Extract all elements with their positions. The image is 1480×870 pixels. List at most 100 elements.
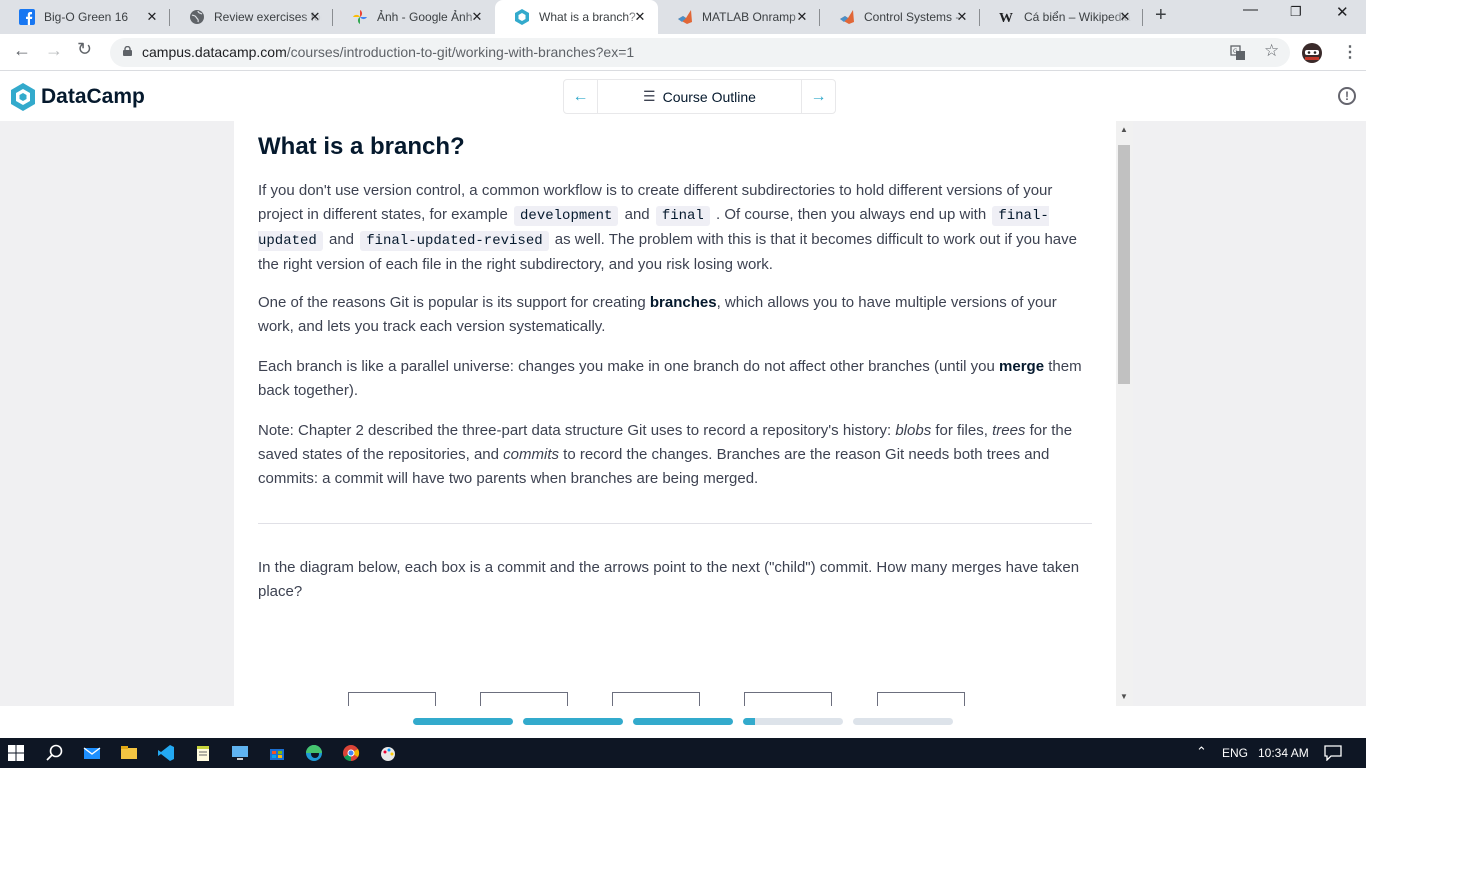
text: for files, xyxy=(935,422,988,439)
bold-branches: branches xyxy=(649,294,717,311)
italic-trees: trees xyxy=(992,422,1026,439)
mail-icon[interactable] xyxy=(82,743,102,763)
browser-tab[interactable]: Big-O Green 16 ✕ xyxy=(0,0,170,34)
question-text: In the diagram below, each box is a comm… xyxy=(258,559,1080,600)
scrollbar-thumb[interactable] xyxy=(1118,145,1130,384)
course-outline-label: Course Outline xyxy=(662,88,756,105)
wikipedia-icon: W xyxy=(999,9,1015,25)
notification-icon[interactable] xyxy=(1324,745,1342,761)
profile-avatar-icon[interactable] xyxy=(1301,42,1323,64)
windows-start-icon[interactable] xyxy=(8,745,24,761)
code-final: final xyxy=(655,206,710,226)
tab-close-icon[interactable]: ✕ xyxy=(954,9,970,25)
google-photos-icon xyxy=(352,9,368,25)
forward-icon[interactable]: → xyxy=(45,40,63,61)
progress-segment xyxy=(523,718,623,725)
tray-expand-icon[interactable]: ⌃ xyxy=(1196,744,1207,760)
tab-close-icon[interactable]: ✕ xyxy=(307,9,323,25)
back-icon[interactable]: ← xyxy=(13,40,31,61)
commit-box xyxy=(612,692,700,706)
search-icon[interactable] xyxy=(45,743,65,763)
code-final-updated-revised: final-updated-revised xyxy=(360,231,549,251)
edge-icon[interactable] xyxy=(304,743,324,763)
text: and xyxy=(328,231,355,248)
section-divider xyxy=(258,523,1092,524)
tab-close-icon[interactable]: ✕ xyxy=(1117,9,1133,25)
italic-blobs: blobs xyxy=(895,422,932,439)
menu-icon: ☰ xyxy=(643,88,656,104)
commit-box xyxy=(877,692,965,706)
matlab-icon xyxy=(839,9,855,25)
url-path: /courses/introduction-to-git/working-wit… xyxy=(286,44,635,60)
vscode-icon[interactable] xyxy=(156,743,176,763)
paragraph-3: Each branch is like a parallel universe:… xyxy=(258,355,1096,403)
commit-box xyxy=(744,692,832,706)
scroll-up-icon[interactable]: ▲ xyxy=(1120,125,1128,134)
tab-title: Big-O Green 16 xyxy=(44,10,129,24)
browser-tab[interactable]: MATLAB Onramp ✕ xyxy=(658,0,820,34)
bold-merge: merge xyxy=(999,358,1045,375)
content-scrollbar[interactable]: ▲ ▼ xyxy=(1116,121,1133,706)
translate-icon[interactable]: G xyxy=(1230,45,1246,61)
facebook-icon xyxy=(19,9,35,25)
next-exercise-button[interactable]: → xyxy=(802,80,835,113)
globe-icon xyxy=(189,9,205,25)
file-explorer-icon[interactable] xyxy=(119,743,139,763)
paragraph-1: If you don't use version control, a comm… xyxy=(258,179,1096,277)
tab-close-icon[interactable]: ✕ xyxy=(794,9,810,25)
screen: Big-O Green 16 ✕ Review exercises for ✕ Ảnh … xyxy=(0,0,1366,768)
restore-button[interactable]: ❐ xyxy=(1290,4,1302,20)
paragraph-4: Note: Chapter 2 described the three-part… xyxy=(258,419,1096,491)
exercise-panel: What is a branch? If you don't use versi… xyxy=(234,121,1116,706)
store-icon[interactable] xyxy=(267,743,287,763)
tab-title: Cá biển – Wikipedia xyxy=(1024,10,1131,24)
reload-icon[interactable]: ↻ xyxy=(77,39,92,60)
browser-tab[interactable]: Control Systems - ✕ xyxy=(820,0,980,34)
chrome-icon[interactable] xyxy=(341,743,361,763)
commit-box xyxy=(348,692,436,706)
browser-tab[interactable]: What is a branch? ✕ xyxy=(495,0,658,34)
progress-segment xyxy=(413,718,513,725)
browser-toolbar: ← → ↻ campus.datacamp.com/courses/introd… xyxy=(0,34,1366,71)
tab-title: Review exercises for xyxy=(214,10,322,24)
language-indicator[interactable]: ENG xyxy=(1222,746,1248,760)
exercise-title: What is a branch? xyxy=(258,133,465,160)
minimize-button[interactable]: — xyxy=(1243,1,1258,18)
text: Each branch is like a parallel universe:… xyxy=(258,358,995,375)
tab-close-icon[interactable]: ✕ xyxy=(469,9,485,25)
browser-tab[interactable]: Ảnh - Google Ảnh ✕ xyxy=(333,0,495,34)
scroll-down-icon[interactable]: ▼ xyxy=(1120,692,1128,701)
progress-segment xyxy=(633,718,733,725)
datacamp-logo-icon xyxy=(11,83,35,111)
svg-text:G: G xyxy=(1233,48,1238,55)
previous-exercise-button[interactable]: ← xyxy=(564,80,597,113)
bookmark-star-icon[interactable]: ☆ xyxy=(1264,41,1279,61)
close-window-button[interactable]: ✕ xyxy=(1336,3,1349,21)
url-host: campus.datacamp.com xyxy=(142,44,287,60)
text: One of the reasons Git is popular is its… xyxy=(258,294,646,311)
browser-tab[interactable]: W Cá biển – Wikipedia ✕ xyxy=(980,0,1143,34)
address-bar[interactable]: campus.datacamp.com/courses/introduction… xyxy=(110,38,1290,67)
italic-commits: commits xyxy=(503,446,559,463)
tab-close-icon[interactable]: ✕ xyxy=(144,9,160,25)
clock[interactable]: 10:34 AM xyxy=(1258,746,1309,760)
course-outline-button[interactable]: ☰ Course Outline xyxy=(597,80,802,113)
course-outline-nav: ← ☰ Course Outline → xyxy=(563,79,836,114)
paint-icon[interactable] xyxy=(378,743,398,763)
svg-text:W: W xyxy=(999,11,1013,25)
new-tab-button[interactable]: + xyxy=(1155,4,1167,27)
datacamp-logo[interactable]: DataCamp xyxy=(10,82,145,112)
tab-title: What is a branch? xyxy=(539,10,636,24)
logo-text: DataCamp xyxy=(41,85,145,108)
info-icon[interactable]: ! xyxy=(1338,87,1356,105)
tab-close-icon[interactable]: ✕ xyxy=(632,9,648,25)
browser-tab[interactable]: Review exercises for ✕ xyxy=(170,0,333,34)
commit-box xyxy=(480,692,568,706)
tab-separator xyxy=(1142,9,1143,26)
windows-taskbar: ⌃ ENG 10:34 AM xyxy=(0,738,1366,768)
text: . Of course, then you always end up with xyxy=(716,206,987,223)
notepad-icon[interactable] xyxy=(193,743,213,763)
remote-desktop-icon[interactable] xyxy=(230,743,250,763)
browser-menu-icon[interactable]: ⋮ xyxy=(1342,42,1358,62)
url-text: campus.datacamp.com/courses/introduction… xyxy=(142,44,634,60)
